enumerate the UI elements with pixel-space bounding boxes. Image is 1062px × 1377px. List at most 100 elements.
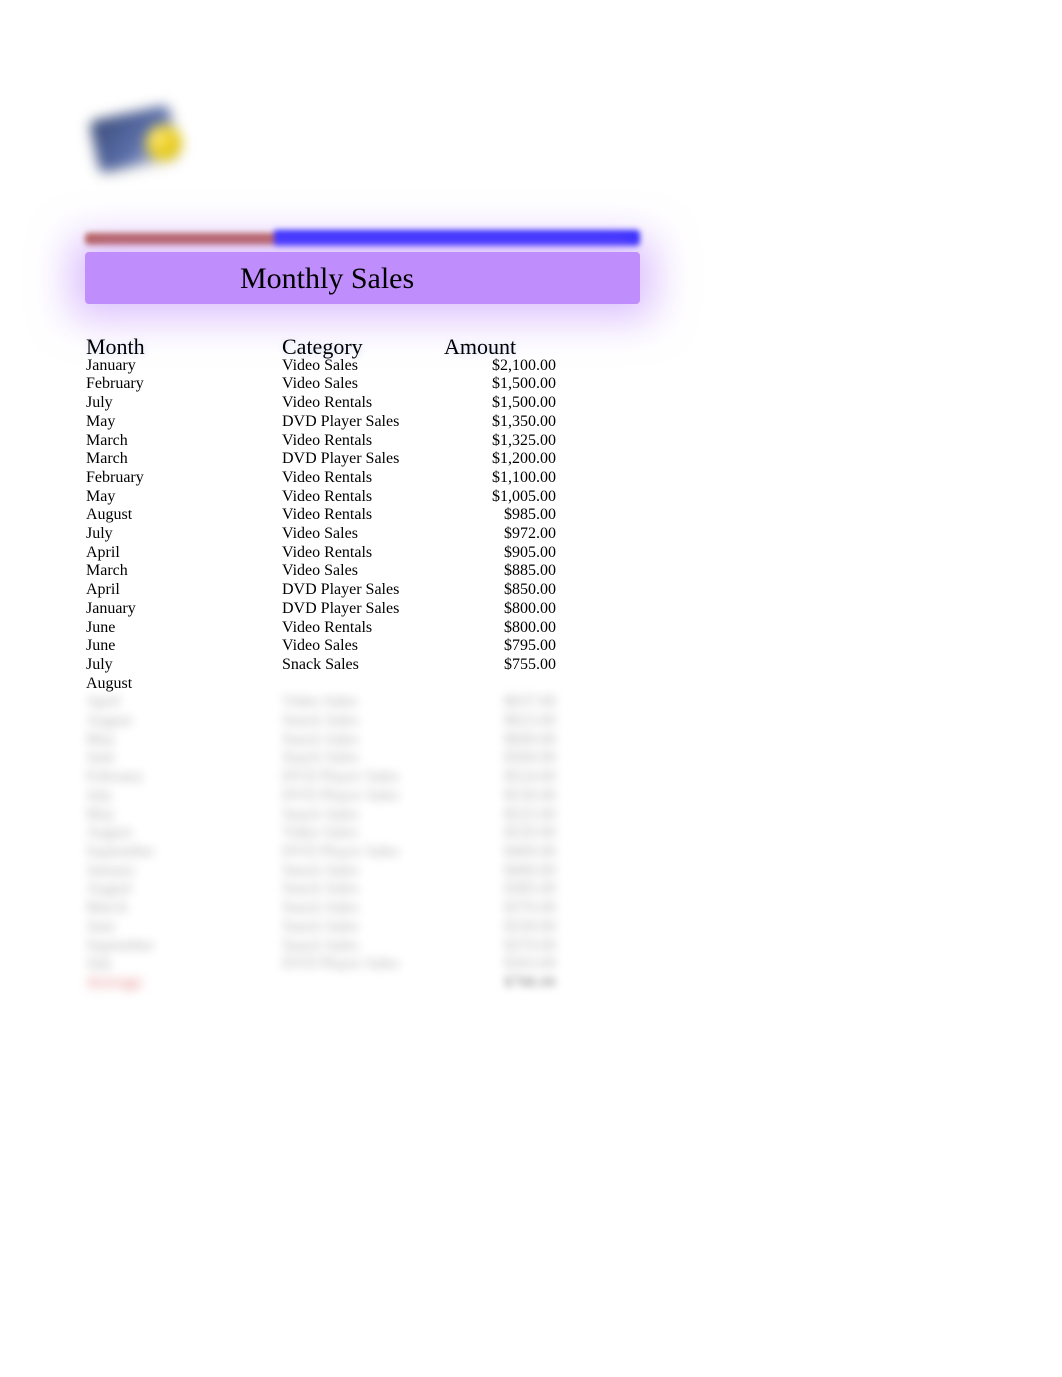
cell-amount: $2,100.00 — [444, 357, 556, 376]
table-row: MarchVideo Rentals$1,325.00 — [86, 432, 556, 451]
table-row: SeptemberDVD Player Sales$400.00 — [86, 843, 556, 862]
table-row: JuneVideo Sales$795.00 — [86, 637, 556, 656]
cell-category: Snack Sales — [282, 806, 444, 825]
cell-month: January — [86, 600, 282, 619]
cell-amount: $560.00 — [444, 749, 556, 768]
cell-month: June — [86, 619, 282, 638]
table-row: AprilDVD Player Sales$850.00 — [86, 581, 556, 600]
sales-table: Month Category Amount JanuaryVideo Sales… — [86, 338, 556, 993]
table-row: JuneSnack Sales$330.00 — [86, 918, 556, 937]
cell-amount: $637.00 — [444, 693, 556, 712]
cell-month: April — [86, 544, 282, 563]
cell-category: Video Sales — [282, 375, 444, 394]
cell-amount: $263.00 — [444, 955, 556, 974]
cell-month: March — [86, 899, 282, 918]
cell-category: Snack Sales — [282, 656, 444, 675]
cell-category: Video Rentals — [282, 488, 444, 507]
cell-category: Snack Sales — [282, 899, 444, 918]
cell-category: Video Rentals — [282, 544, 444, 563]
table-row: JulyDVD Player Sales$263.00 — [86, 955, 556, 974]
table-row: August — [86, 675, 556, 694]
cell-category: DVD Player Sales — [282, 768, 444, 787]
table-row: FebruaryVideo Rentals$1,100.00 — [86, 469, 556, 488]
cell-category: Snack Sales — [282, 712, 444, 731]
table-row: MarchDVD Player Sales$1,200.00 — [86, 450, 556, 469]
cell-category: Video Sales — [282, 562, 444, 581]
cell-amount: $400.00 — [444, 862, 556, 881]
summary-label: Average — [86, 974, 282, 993]
table-row: JulyVideo Rentals$1,500.00 — [86, 394, 556, 413]
cell-month: July — [86, 955, 282, 974]
cell-month: September — [86, 843, 282, 862]
table-row: AugustSnack Sales$385.00 — [86, 880, 556, 899]
table-row: JulyDVD Player Sales$530.00 — [86, 787, 556, 806]
cell-month: July — [86, 394, 282, 413]
cell-amount — [444, 675, 556, 694]
cell-category: Video Sales — [282, 525, 444, 544]
cell-month: March — [86, 562, 282, 581]
cell-month: March — [86, 450, 282, 469]
cell-amount: $524.00 — [444, 768, 556, 787]
table-row: JanuarySnack Sales$400.00 — [86, 862, 556, 881]
table-row: AugustSnack Sales$623.00 — [86, 712, 556, 731]
cell-category: Snack Sales — [282, 880, 444, 899]
cell-category: Snack Sales — [282, 862, 444, 881]
cell-month: August — [86, 506, 282, 525]
cell-category: Video Rentals — [282, 469, 444, 488]
cell-category: DVD Player Sales — [282, 581, 444, 600]
cell-amount: $795.00 — [444, 637, 556, 656]
cell-category: Snack Sales — [282, 749, 444, 768]
cell-amount: $385.00 — [444, 880, 556, 899]
table-row: MayVideo Rentals$1,005.00 — [86, 488, 556, 507]
cell-month: February — [86, 469, 282, 488]
cell-amount: $623.00 — [444, 712, 556, 731]
cell-amount: $800.00 — [444, 619, 556, 638]
cell-month: February — [86, 768, 282, 787]
table-row: AugustVideo Sales$520.00 — [86, 824, 556, 843]
cell-month: March — [86, 432, 282, 451]
cell-amount: $985.00 — [444, 506, 556, 525]
cell-amount: $525.00 — [444, 806, 556, 825]
cell-category: Video Rentals — [282, 394, 444, 413]
cell-category: DVD Player Sales — [282, 955, 444, 974]
cell-amount: $1,500.00 — [444, 375, 556, 394]
cell-category: Video Sales — [282, 824, 444, 843]
cell-month: August — [86, 712, 282, 731]
table-row: AprilVideo Rentals$905.00 — [86, 544, 556, 563]
table-row: AugustVideo Rentals$985.00 — [86, 506, 556, 525]
table-row: MarchVideo Sales$885.00 — [86, 562, 556, 581]
cell-month: January — [86, 357, 282, 376]
table-row: JuneVideo Rentals$800.00 — [86, 619, 556, 638]
cell-month: June — [86, 918, 282, 937]
divider-bar — [85, 230, 640, 246]
table-row: JanuaryDVD Player Sales$800.00 — [86, 600, 556, 619]
cell-amount: $800.00 — [444, 600, 556, 619]
cell-category: Video Sales — [282, 357, 444, 376]
cell-category: DVD Player Sales — [282, 600, 444, 619]
cell-amount: $1,350.00 — [444, 413, 556, 432]
cell-month: September — [86, 937, 282, 956]
cell-amount: $755.00 — [444, 656, 556, 675]
cell-month: August — [86, 880, 282, 899]
table-row: JuneSnack Sales$560.00 — [86, 749, 556, 768]
cell-amount: $520.00 — [444, 824, 556, 843]
cell-month: April — [86, 693, 282, 712]
cell-amount: $530.00 — [444, 787, 556, 806]
cell-month: May — [86, 731, 282, 750]
cell-category: Video Rentals — [282, 619, 444, 638]
cell-category: Snack Sales — [282, 937, 444, 956]
cell-amount: $370.00 — [444, 937, 556, 956]
cell-amount: $1,500.00 — [444, 394, 556, 413]
cell-amount: $850.00 — [444, 581, 556, 600]
cell-category: DVD Player Sales — [282, 450, 444, 469]
cell-amount: $1,100.00 — [444, 469, 556, 488]
cell-month: February — [86, 375, 282, 394]
cell-amount: $376.00 — [444, 899, 556, 918]
table-row: MaySnack Sales$600.00 — [86, 731, 556, 750]
cell-month: August — [86, 675, 282, 694]
summary-amount: $788.00 — [444, 974, 556, 993]
table-row: SeptemberSnack Sales$370.00 — [86, 937, 556, 956]
cell-category: Video Rentals — [282, 506, 444, 525]
cell-category: Video Sales — [282, 693, 444, 712]
cell-category: Snack Sales — [282, 918, 444, 937]
